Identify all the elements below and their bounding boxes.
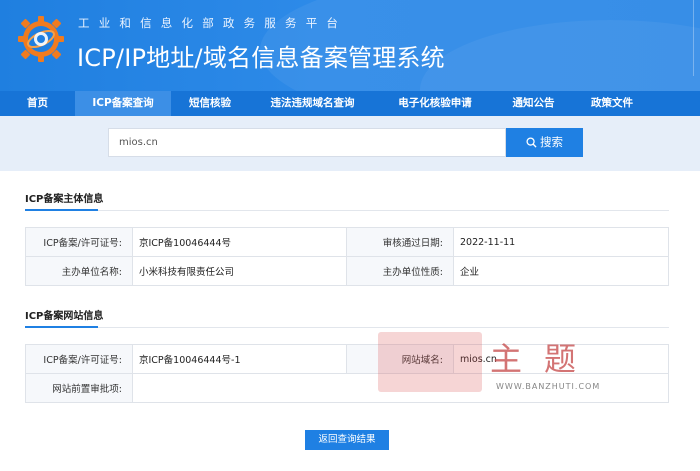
section-title-website: ICP备案网站信息 [25,311,104,322]
table-row: 网站前置审批项: [25,373,669,403]
label-website-domain: 网站域名: [346,344,454,374]
table-row: ICP备案/许可证号: 京ICP备10046444号 审核通过日期: 2022-… [25,227,669,257]
nav-item-home[interactable]: 首页 [0,91,75,116]
search-input[interactable]: mios.cn [108,128,506,157]
label-organizer-type: 主办单位性质: [346,256,454,286]
label-icp-number: ICP备案/许可证号: [25,227,133,257]
section-divider [25,327,669,328]
section-title-subject: ICP备案主体信息 [25,194,104,205]
value-organizer-type: 企业 [453,256,669,286]
header-subtitle: 工业和信息化部政务服务平台 [78,16,348,30]
label-website-icp-number: ICP备案/许可证号: [25,344,133,374]
nav-item-icp-query[interactable]: ICP备案查询 [75,91,171,116]
nav-item-sms-verify[interactable]: 短信核验 [171,91,249,116]
gear-globe-logo-icon [18,16,64,62]
value-icp-number: 京ICP备10046444号 [132,227,347,257]
nav-item-notices[interactable]: 通知公告 [494,91,573,116]
search-button-label: 搜索 [540,135,563,149]
search-bar: mios.cn 搜索 [0,116,700,171]
value-website-domain: mios.cn [453,344,669,374]
nav-item-policy-docs[interactable]: 政策文件 [573,91,651,116]
subject-info-table: ICP备案/许可证号: 京ICP备10046444号 审核通过日期: 2022-… [25,227,669,286]
header-divider [693,0,694,76]
nav-item-electronic-verify[interactable]: 电子化核验申请 [376,91,494,116]
value-approval-date: 2022-11-11 [453,227,669,257]
value-website-icp-number: 京ICP备10046444号-1 [132,344,347,374]
nav-item-illegal-domain-query[interactable]: 违法违规域名查询 [249,91,376,116]
page-title: ICP/IP地址/域名信息备案管理系统 [77,44,445,72]
value-pre-approval [132,373,669,403]
label-approval-date: 审核通过日期: [346,227,454,257]
header-banner: 工业和信息化部政务服务平台 ICP/IP地址/域名信息备案管理系统 [0,0,700,91]
search-button[interactable]: 搜索 [506,128,583,157]
search-icon [526,137,537,148]
section-underline [25,326,98,328]
table-row: ICP备案/许可证号: 京ICP备10046444号-1 网站域名: mios.… [25,344,669,374]
back-to-results-button[interactable]: 返回查询结果 [305,430,389,450]
label-organizer-name: 主办单位名称: [25,256,133,286]
value-organizer-name: 小米科技有限责任公司 [132,256,347,286]
section-underline [25,209,98,211]
table-row: 主办单位名称: 小米科技有限责任公司 主办单位性质: 企业 [25,256,669,286]
label-pre-approval: 网站前置审批项: [25,373,133,403]
main-nav: 首页 ICP备案查询 短信核验 违法违规域名查询 电子化核验申请 通知公告 政策… [0,91,700,116]
section-divider [25,210,669,211]
website-info-table: ICP备案/许可证号: 京ICP备10046444号-1 网站域名: mios.… [25,344,669,403]
